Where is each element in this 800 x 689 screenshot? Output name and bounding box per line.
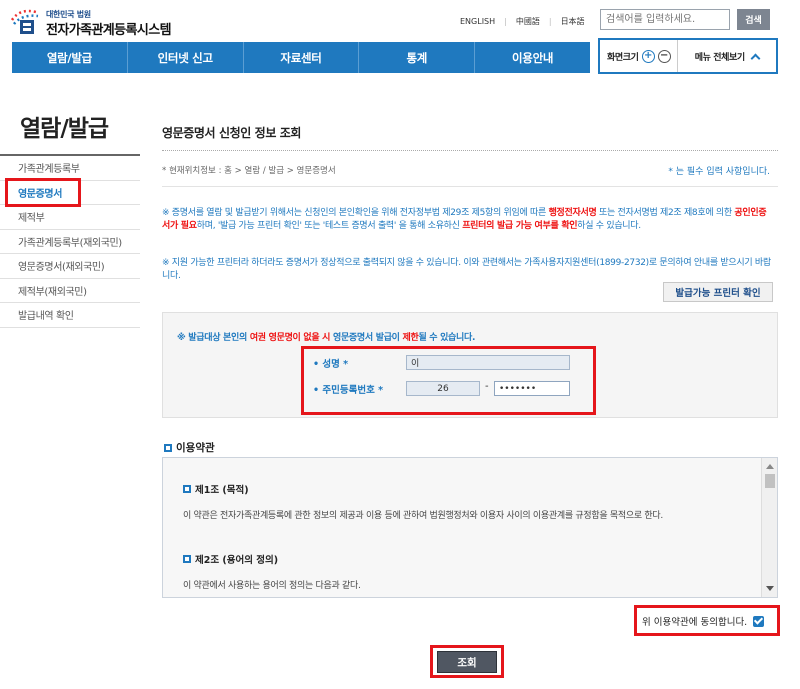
scroll-down-icon[interactable]	[766, 586, 774, 591]
lang-chinese-link[interactable]: 中國語	[516, 17, 540, 26]
separator: |	[504, 17, 507, 26]
scroll-thumb[interactable]	[765, 474, 775, 488]
nav-statistics[interactable]: 통계	[359, 42, 476, 73]
printer-notice: ※ 지원 가능한 프린터라 하더라도 증명서가 정상적으로 출력되지 않을 수 …	[162, 258, 771, 281]
bullet-square-icon	[164, 443, 172, 452]
zoom-control: 화면크기 + −	[600, 40, 678, 72]
notice-emphasis: 프린터의 발급 가능 여부를 확인	[462, 220, 578, 231]
article-title: 제2조 (용어의 정의)	[183, 552, 278, 566]
agree-checkbox[interactable]	[753, 615, 765, 627]
terms-heading-label: 이용약관	[176, 442, 215, 454]
certificate-notice: ※ 증명서를 열람 및 발급받기 위해서는 신청인의 본인확인을 위해 전자정부…	[162, 207, 774, 232]
article-body: 이 약관에서 사용하는 용어의 정의는 다음과 같다.	[183, 581, 361, 591]
bullet-square-icon	[183, 485, 191, 493]
main-navigation: 열람/발급 인터넷 신고 자료센터 통계 이용안내	[12, 42, 590, 73]
sidebar-item-english-certificate[interactable]: 영문증명서	[0, 181, 140, 205]
terms-heading: 이용약관	[164, 440, 215, 455]
form-notice: ※ 발급대상 본인의 여권 영문명이 없을 시 영문증명서 발급이 제한될 수 …	[177, 330, 475, 343]
notice-text: 또는 전자서명법 제2조 제8호에 의한	[596, 208, 735, 218]
sidebar-item-english-certificate-overseas[interactable]: 영문증명서(재외국민)	[0, 254, 140, 279]
notice-text: 영문증명서 발급이	[330, 333, 403, 343]
sidebar-item-family-register-overseas[interactable]: 가족관계등록부(재외국민)	[0, 230, 140, 254]
zoom-in-button[interactable]: +	[641, 49, 655, 63]
zoom-out-button[interactable]: −	[657, 49, 671, 63]
site-header: 대한민국 법원 전자가족관계등록시스템 ENGLISH | 中國語 | 日本語 검색	[0, 0, 800, 42]
agree-label: 위 이용약관에 동의합니다.	[642, 617, 748, 628]
terms-scrollbar[interactable]	[761, 458, 777, 597]
submit-button[interactable]: 조회	[437, 651, 497, 673]
agree-terms[interactable]: 위 이용약관에 동의합니다.	[638, 610, 778, 632]
search-button[interactable]: 검색	[737, 9, 770, 30]
rrn-label: • 주민등록번호 *	[313, 385, 384, 396]
breadcrumb: * 현재위치정보 : 홈 > 열람 / 발급 > 영문증명서	[162, 166, 336, 176]
rrn-dash: -	[485, 381, 489, 392]
notice-emphasis: 여권 영문명이 없을 시	[249, 333, 331, 343]
separator: |	[548, 17, 552, 26]
lang-english-link[interactable]: ENGLISH	[460, 17, 495, 26]
menu-all-label: 메뉴 전체보기	[694, 52, 745, 63]
article-body: 이 약관은 전자가족관계등록에 관한 정보의 제공과 이용 등에 관하여 법원행…	[183, 511, 663, 521]
zoom-label: 화면크기	[607, 52, 639, 63]
terms-content: 제1조 (목적) 이 약관은 전자가족관계등록에 관한 정보의 제공과 이용 등…	[163, 458, 761, 597]
nav-usage-guide[interactable]: 이용안내	[475, 42, 590, 73]
notice-text: 될 수 있습니다.	[418, 333, 476, 343]
language-links: ENGLISH | 中國語 | 日本語	[460, 16, 585, 27]
scroll-up-icon[interactable]	[766, 464, 774, 469]
menu-all-button[interactable]: 메뉴 전체보기	[678, 50, 776, 63]
toolbox: 화면크기 + − 메뉴 전체보기	[598, 38, 778, 74]
terms-box[interactable]: 제1조 (목적) 이 약관은 전자가족관계등록에 관한 정보의 제공과 이용 등…	[162, 457, 778, 598]
notice-text: ※ 증명서를 열람 및 발급받기 위해서는 신청인의 본인확인을 위해 전자정부…	[162, 208, 549, 218]
article-title-label: 제2조 (용어의 정의)	[195, 555, 279, 566]
rrn-row: • 주민등록번호 *	[313, 379, 383, 399]
divider	[162, 186, 778, 187]
applicant-form: ※ 발급대상 본인의 여권 영문명이 없을 시 영문증명서 발급이 제한될 수 …	[162, 312, 778, 418]
sidebar-menu: 가족관계등록부 영문증명서 제적부 가족관계등록부(재외국민) 영문증명서(재외…	[0, 154, 140, 328]
name-label: • 성명 *	[313, 359, 349, 370]
notice-text: 하며, '발급 가능 프린터 확인' 또는 '테스트 증명서 출력' 을 통해 …	[196, 220, 463, 231]
court-emblem-icon	[10, 9, 39, 34]
notice-text: ※ 발급대상 본인의	[177, 333, 250, 343]
check-printer-button[interactable]: 발급가능 프린터 확인	[663, 282, 773, 302]
rrn-front-field[interactable]	[406, 381, 480, 396]
bullet-square-icon	[183, 555, 191, 563]
lang-japanese-link[interactable]: 日本語	[561, 17, 585, 26]
sidebar-item-issue-history[interactable]: 발급내역 확인	[0, 303, 140, 328]
divider	[162, 150, 778, 151]
logo-title: 전자가족관계등록시스템	[46, 23, 172, 38]
name-field[interactable]	[406, 355, 570, 370]
nav-resource-center[interactable]: 자료센터	[244, 42, 360, 73]
required-note: * 는 필수 입력 사항입니다.	[668, 167, 770, 177]
site-logo[interactable]: 대한민국 법원 전자가족관계등록시스템	[8, 6, 228, 38]
nav-internet-report[interactable]: 인터넷 신고	[128, 42, 244, 73]
notice-emphasis: 제한	[402, 333, 419, 343]
sidebar-title: 열람/발급	[20, 116, 109, 142]
nav-view-issue[interactable]: 열람/발급	[12, 42, 128, 73]
rrn-back-field[interactable]	[494, 381, 570, 396]
notice-emphasis: 행정전자서명	[548, 208, 597, 218]
sidebar-item-removed-register[interactable]: 제적부	[0, 205, 140, 230]
article-title: 제1조 (목적)	[183, 482, 249, 496]
sidebar-item-family-register[interactable]: 가족관계등록부	[0, 156, 140, 181]
name-row: • 성명 *	[313, 353, 348, 373]
chevron-up-icon	[750, 53, 761, 63]
page-title: 영문증명서 신청인 정보 조회	[162, 126, 302, 140]
notice-text: 하실 수 있습니다.	[577, 220, 641, 231]
article-title-label: 제1조 (목적)	[195, 485, 249, 496]
search-input[interactable]	[600, 9, 730, 30]
sidebar-item-removed-register-overseas[interactable]: 제적부(재외국민)	[0, 279, 140, 303]
